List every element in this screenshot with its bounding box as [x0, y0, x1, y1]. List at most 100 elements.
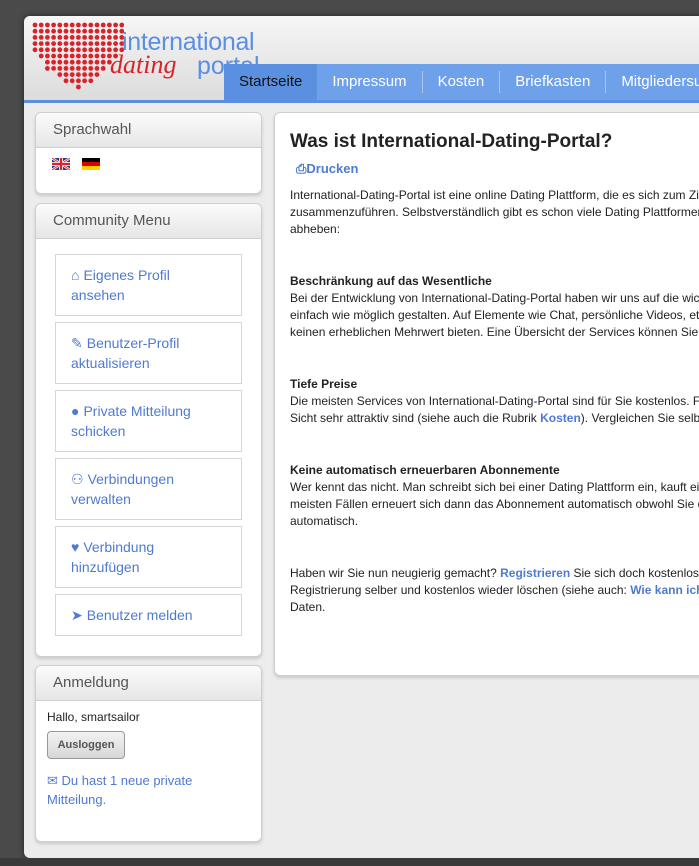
- heart-dot: [94, 35, 100, 40]
- heart-dot: [38, 53, 44, 59]
- heart-dot: [69, 22, 75, 28]
- heart-dot: [45, 35, 50, 40]
- unsubscribe-link[interactable]: Wie kann ich mich abmelden?: [630, 583, 699, 597]
- heart-dot: [88, 53, 94, 59]
- section-title: Keine automatisch erneuerbaren Abonnemen…: [290, 463, 560, 477]
- section-title: Tiefe Preise: [290, 377, 358, 391]
- heart-dot: [45, 66, 50, 71]
- intro-line: abheben:: [290, 222, 341, 236]
- heart-dot: [63, 53, 69, 59]
- closing-line: Registrierung selber und kostenlos wiede…: [290, 582, 699, 599]
- heart-dot: [45, 53, 50, 59]
- main-nav: Startseite Impressum Kosten Briefkasten …: [224, 64, 699, 100]
- heart-dot: [76, 53, 81, 59]
- users-icon: ⚇: [71, 471, 84, 487]
- section-low-prices: Tiefe Preise Die meisten Services von In…: [290, 376, 699, 427]
- intro-line: zusammenzuführen. Selbstverständlich gib…: [290, 205, 699, 219]
- envelope-icon: ✉: [47, 773, 58, 788]
- heart-dot: [69, 66, 75, 71]
- nav-briefkasten[interactable]: Briefkasten: [500, 71, 607, 93]
- desktop-strip: [0, 858, 699, 866]
- heart-dot: [63, 72, 69, 77]
- section-line: einfach wie möglich gestalten. Auf Eleme…: [290, 308, 699, 322]
- text-segment: Sicht sehr attraktiv sind (siehe auch di…: [290, 411, 541, 425]
- language-panel: Sprachwahl: [35, 112, 262, 194]
- heart-dot: [113, 22, 118, 28]
- nav-impressum[interactable]: Impressum: [317, 71, 423, 93]
- kosten-link[interactable]: Kosten: [540, 411, 581, 425]
- heart-dot: [76, 72, 81, 77]
- heart-dot: [82, 22, 87, 28]
- nav-mitgliedersuche[interactable]: Mitgliedersuche: [606, 71, 699, 93]
- heart-dot: [51, 66, 56, 71]
- new-message-link[interactable]: ✉ Du hast 1 neue private Mitteilung.: [47, 771, 250, 809]
- menu-item-private-message[interactable]: ● Private Mitteilung schicken: [55, 390, 242, 452]
- heart-dot: [57, 66, 63, 71]
- main-content: Was ist International-Dating-Portal? ⎙Dr…: [274, 112, 699, 676]
- heart-dot: [94, 41, 100, 46]
- heart-dot: [100, 35, 106, 40]
- heart-dot: [82, 53, 87, 59]
- heart-dot: [38, 47, 44, 53]
- heart-dot: [76, 35, 81, 40]
- heart-dot: [94, 53, 100, 59]
- menu-item-label: Eigenes Profil ansehen: [71, 267, 170, 303]
- heart-dot: [88, 78, 94, 84]
- germany-flag-icon[interactable]: [82, 158, 100, 170]
- heart-dot: [45, 47, 50, 53]
- text-segment: ). Vergleichen Sie selbst.: [580, 411, 699, 425]
- heart-dot: [63, 28, 69, 34]
- heart-dot: [88, 41, 94, 46]
- new-message-text: Du hast 1 neue private Mitteilung.: [47, 773, 193, 807]
- heart-dot: [100, 22, 106, 28]
- heart-dot: [57, 47, 63, 53]
- menu-item-view-profile[interactable]: ⌂ Eigenes Profil ansehen: [55, 254, 242, 316]
- heart-dot: [88, 66, 94, 71]
- heart-dot: [69, 59, 75, 65]
- text-segment: Haben wir Sie nun neugierig gemacht?: [290, 566, 501, 580]
- section-line: Sicht sehr attraktiv sind (siehe auch di…: [290, 410, 699, 427]
- menu-item-add-connection[interactable]: ♥ Verbindung hinzufügen: [55, 526, 242, 588]
- section-line: Die meisten Services von International-D…: [290, 394, 699, 408]
- heart-dot: [100, 28, 106, 34]
- heart-dot: [45, 59, 50, 65]
- heart-dot: [100, 47, 106, 53]
- heart-dot: [76, 28, 81, 34]
- heart-dot: [63, 59, 69, 65]
- heart-dot: [57, 35, 63, 40]
- closing-line: Haben wir Sie nun neugierig gemacht? Reg…: [290, 565, 699, 582]
- print-label: Drucken: [306, 161, 359, 176]
- heart-dot: [32, 28, 38, 34]
- language-panel-title: Sprachwahl: [36, 113, 261, 148]
- heart-dot: [63, 41, 69, 46]
- nav-startseite[interactable]: Startseite: [224, 64, 318, 100]
- section-line: keinen erheblichen Mehrwert bieten. Eine…: [290, 325, 699, 339]
- nav-kosten[interactable]: Kosten: [423, 71, 501, 93]
- menu-item-label: Verbindung hinzufügen: [71, 539, 155, 575]
- heart-dot: [51, 59, 56, 65]
- heart-dot: [69, 78, 75, 84]
- heart-dot: [94, 47, 100, 53]
- print-link[interactable]: ⎙Drucken: [296, 160, 699, 177]
- register-link[interactable]: Registrieren: [500, 566, 570, 580]
- heart-dot: [69, 35, 75, 40]
- heart-dot: [57, 22, 63, 28]
- menu-item-label: Benutzer-Profil aktualisieren: [71, 335, 180, 371]
- menu-item-report-user[interactable]: ➤ Benutzer melden: [55, 594, 242, 636]
- chat-icon: ●: [71, 403, 80, 419]
- uk-flag-icon[interactable]: [52, 158, 70, 170]
- section-essentials: Beschränkung auf das Wesentliche Bei der…: [290, 273, 699, 341]
- heart-dot: [51, 47, 56, 53]
- menu-item-manage-connections[interactable]: ⚇ Verbindungen verwalten: [55, 458, 242, 520]
- heart-dot: [76, 22, 81, 28]
- home-icon: ⌂: [71, 267, 80, 283]
- heart-dot: [88, 59, 94, 65]
- heart-dot: [100, 66, 106, 71]
- heart-dot: [32, 41, 38, 46]
- logout-button[interactable]: Ausloggen: [47, 731, 125, 759]
- menu-item-update-profile[interactable]: ✎ Benutzer-Profil aktualisieren: [55, 322, 242, 384]
- heart-dot: [82, 72, 87, 77]
- heart-dot: [57, 41, 63, 46]
- heart-dot: [76, 66, 81, 71]
- heart-dot: [82, 66, 87, 71]
